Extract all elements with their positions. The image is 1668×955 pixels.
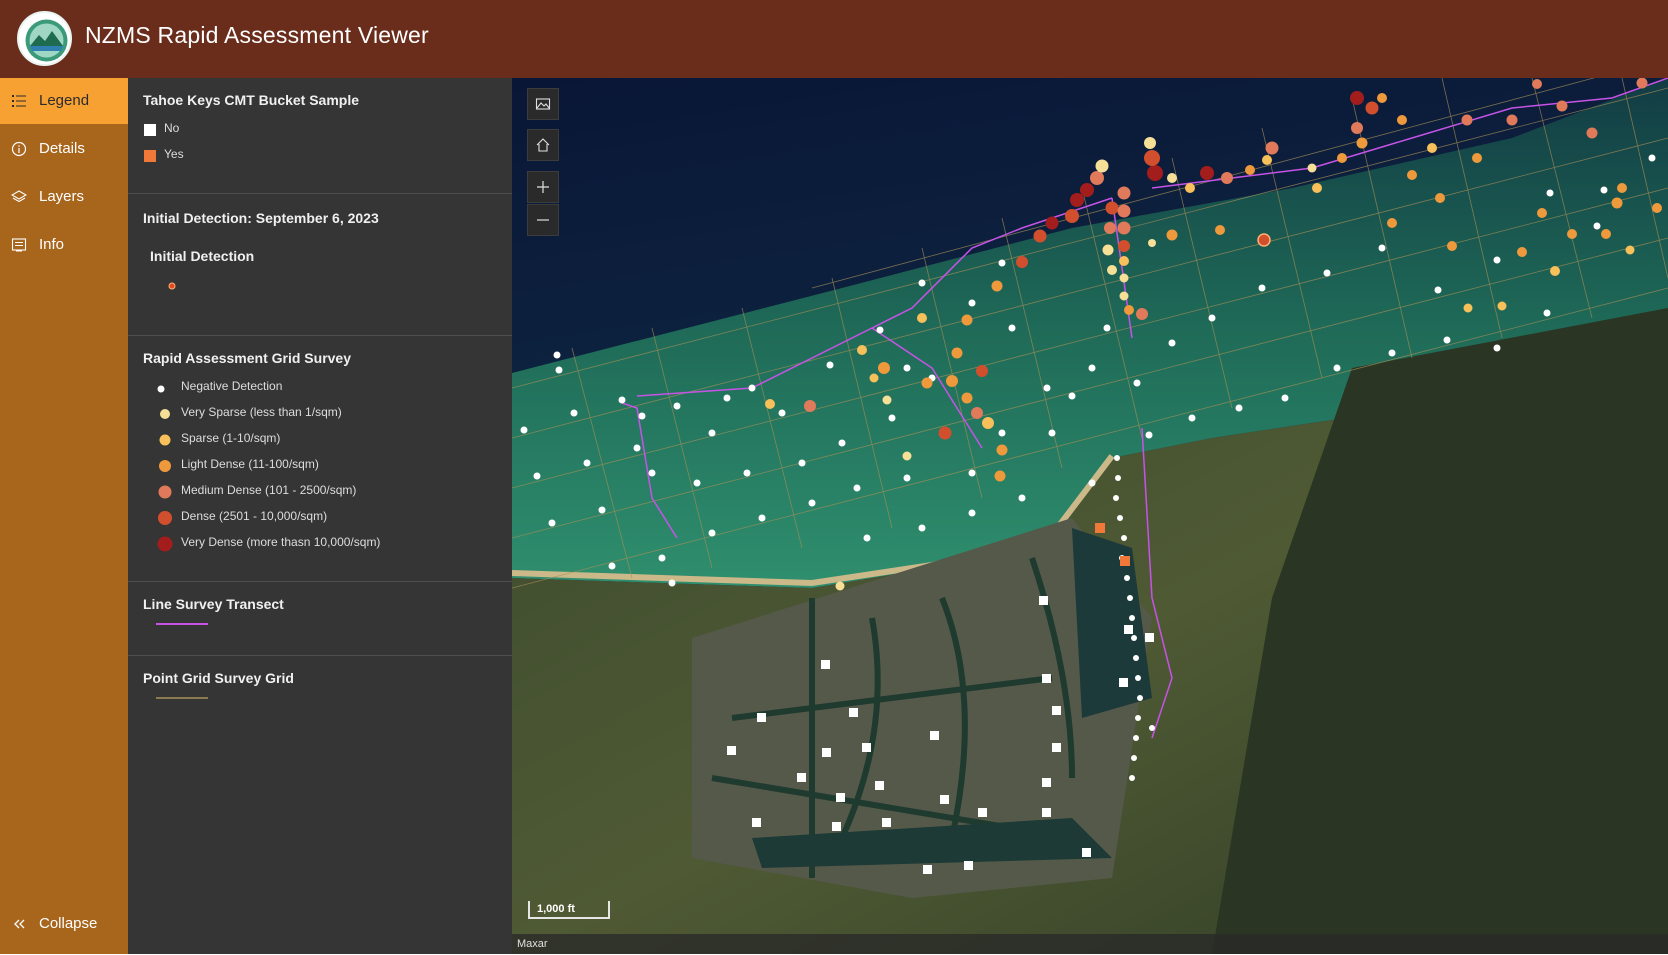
double-chevron-left-icon	[14, 919, 25, 929]
basemap-button[interactable]	[527, 88, 559, 120]
nav-label-info: Info	[39, 236, 65, 253]
nav-item-layers[interactable]: Layers	[0, 174, 128, 220]
legend-section-gridlines: Point Grid Survey Grid	[128, 656, 512, 730]
satellite-basemap	[512, 78, 1668, 954]
initial-detection-symbol	[168, 282, 176, 290]
nav-label-legend: Legend	[39, 92, 90, 109]
app-header: NZMS Rapid Assessment Viewer	[0, 0, 1668, 78]
collapse-button[interactable]: Collapse	[0, 904, 128, 944]
app-title: NZMS Rapid Assessment Viewer	[85, 22, 429, 48]
minus-icon	[537, 219, 549, 221]
square-symbol-no	[144, 124, 156, 136]
legend-title-transect: Line Survey Transect	[143, 596, 284, 612]
side-nav: Legend Details Layers Info Collapse	[0, 78, 128, 954]
nav-label-layers: Layers	[39, 188, 85, 205]
nav-item-legend[interactable]: Legend	[0, 78, 128, 124]
list-icon	[12, 95, 26, 107]
grid-line-symbol	[156, 697, 208, 699]
basemap-icon	[535, 98, 551, 110]
map-attribution: Maxar	[512, 934, 1668, 954]
legend-subtitle-initial: Initial Detection	[150, 248, 255, 264]
legend-title-initial: Initial Detection: September 6, 2023	[143, 210, 379, 226]
plus-icon	[537, 181, 549, 193]
nav-item-details[interactable]: Details	[0, 126, 128, 172]
legend-section-transect: Line Survey Transect	[128, 582, 512, 656]
scale-bar: 1,000 ft	[528, 901, 610, 919]
zoom-out-button[interactable]	[527, 204, 559, 236]
nav-label-details: Details	[39, 140, 85, 157]
legend-section-bucket: Tahoe Keys CMT Bucket Sample No Yes	[128, 78, 512, 194]
agency-seal-logo	[17, 11, 72, 66]
map-view[interactable]: 1,000 ft Maxar	[512, 78, 1668, 954]
legend-section-initial: Initial Detection: September 6, 2023 Ini…	[128, 194, 512, 336]
legend-title-grid: Rapid Assessment Grid Survey	[143, 350, 352, 366]
layers-icon	[11, 190, 27, 203]
legend-title-gridlines: Point Grid Survey Grid	[143, 670, 294, 686]
collapse-label: Collapse	[39, 915, 98, 932]
transect-line-symbol	[156, 623, 208, 625]
legend-section-grid: Rapid Assessment Grid Survey Negative De…	[128, 336, 512, 582]
zoom-in-button[interactable]	[527, 171, 559, 203]
home-button[interactable]	[527, 129, 559, 161]
info-circle-icon	[11, 141, 27, 157]
home-icon	[536, 138, 550, 152]
info-panel-icon	[11, 238, 27, 252]
nav-item-info[interactable]: Info	[0, 222, 128, 268]
legend-title-bucket: Tahoe Keys CMT Bucket Sample	[143, 92, 360, 108]
legend-panel: Tahoe Keys CMT Bucket Sample No Yes Init…	[128, 78, 512, 954]
square-symbol-yes	[144, 150, 156, 162]
